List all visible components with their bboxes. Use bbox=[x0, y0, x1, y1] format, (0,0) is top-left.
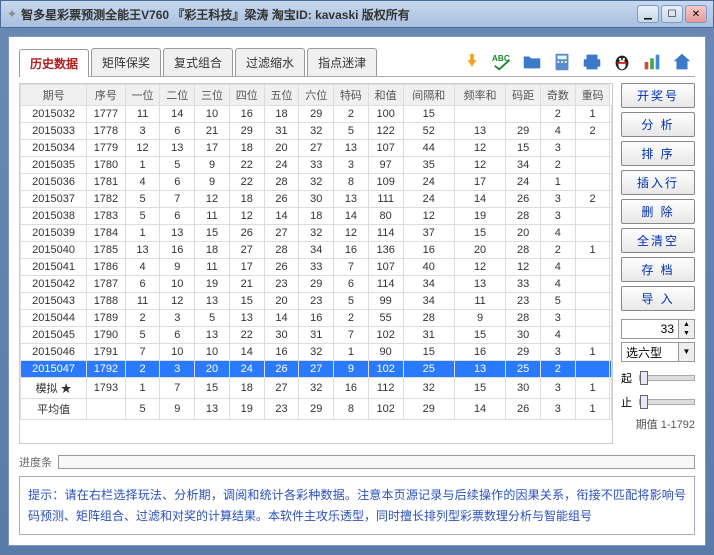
tab-bar: 历史数据 矩阵保奖 复式组合 过滤缩水 指点迷津 ABC bbox=[19, 47, 695, 77]
side-button-2[interactable]: 排 序 bbox=[621, 141, 695, 166]
titlebar: ✦ 智多星彩票预测全能王V760 『彩王科技』梁涛 淘宝ID: kavaski … bbox=[0, 0, 714, 28]
table-row[interactable]: 201504617917101014163219015162931 bbox=[21, 344, 612, 361]
tab-history[interactable]: 历史数据 bbox=[19, 49, 89, 77]
column-header[interactable]: 重码 bbox=[575, 85, 610, 106]
side-panel: 开奖号分 析排 序插入行删 除全清空存 档导 入 33 ▲▼ 选六型 ▼ 起 止 bbox=[621, 83, 695, 444]
period-range-label: 期值 1-1792 bbox=[621, 416, 695, 432]
start-slider[interactable] bbox=[639, 375, 695, 381]
column-header[interactable]: 和值 bbox=[368, 85, 403, 106]
tab-matrix[interactable]: 矩阵保奖 bbox=[91, 48, 161, 76]
side-button-3[interactable]: 插入行 bbox=[621, 170, 695, 195]
hint-box: 提示：请在右栏选择玩法、分析期，调阅和统计各彩种数据。注意本页源记录与后续操作的… bbox=[19, 476, 695, 535]
side-button-1[interactable]: 分 析 bbox=[621, 112, 695, 137]
window-title: 智多星彩票预测全能王V760 『彩王科技』梁涛 淘宝ID: kavaski 版权… bbox=[21, 6, 637, 23]
progress-label: 进度条 bbox=[19, 454, 52, 470]
slider-end-label: 止 bbox=[621, 394, 639, 410]
table-row[interactable]: 201503517801592224333973512342 bbox=[21, 157, 612, 174]
table-row[interactable]: 20150441789235131416255289283 bbox=[21, 310, 612, 327]
side-button-6[interactable]: 存 档 bbox=[621, 257, 695, 282]
table-row[interactable]: 20150451790561322303171023115304 bbox=[21, 327, 612, 344]
qq-penguin-icon[interactable] bbox=[609, 50, 635, 74]
column-header[interactable]: 码距 bbox=[506, 85, 541, 106]
spinner-up[interactable]: ▲ bbox=[679, 320, 694, 329]
tab-filter[interactable]: 过滤缩水 bbox=[235, 48, 305, 76]
table-row[interactable]: 201503317783621293132512252132942 bbox=[21, 123, 612, 140]
end-slider[interactable] bbox=[639, 399, 695, 405]
column-header[interactable]: 序号 bbox=[87, 85, 125, 106]
spinner-value: 33 bbox=[622, 320, 678, 338]
spinner-down[interactable]: ▼ bbox=[679, 329, 694, 338]
column-header[interactable]: 三位 bbox=[195, 85, 230, 106]
table-row[interactable]: 201504217876101921232961143413334 bbox=[21, 276, 612, 293]
side-button-5[interactable]: 全清空 bbox=[621, 228, 695, 253]
column-header[interactable]: 期号 bbox=[21, 85, 87, 106]
combo-value: 选六型 bbox=[626, 344, 662, 361]
column-header[interactable]: 奇数 bbox=[540, 85, 575, 106]
table-row[interactable]: 2015036178146922283281092417241 bbox=[21, 174, 612, 191]
number-spinner[interactable]: 33 ▲▼ bbox=[621, 319, 695, 339]
progress-bar bbox=[58, 455, 695, 469]
table-row[interactable]: 2015039178411315262732121143715204 bbox=[21, 225, 612, 242]
home-icon[interactable] bbox=[669, 50, 695, 74]
table-row[interactable]: 201504017851316182728341613616202821 bbox=[21, 242, 612, 259]
table-row[interactable]: 20150411786491117263371074012124 bbox=[21, 259, 612, 276]
download-icon[interactable] bbox=[459, 50, 485, 74]
column-header[interactable]: 二位 bbox=[160, 85, 195, 106]
calculator-icon[interactable] bbox=[549, 50, 575, 74]
print-icon[interactable] bbox=[579, 50, 605, 74]
chart-icon[interactable] bbox=[639, 50, 665, 74]
table-row[interactable]: 模拟 ★179317151827321611232153031 bbox=[21, 378, 612, 399]
minimize-button[interactable]: ▁ bbox=[637, 5, 659, 23]
column-header[interactable]: 四位 bbox=[229, 85, 264, 106]
table-row[interactable]: 2015037178257121826301311124142632 bbox=[21, 191, 612, 208]
folder-icon[interactable] bbox=[519, 50, 545, 74]
table-row[interactable]: 20150381783561112141814801219283 bbox=[21, 208, 612, 225]
column-header[interactable]: 一位 bbox=[125, 85, 160, 106]
chevron-down-icon: ▼ bbox=[678, 343, 694, 361]
tab-guide[interactable]: 指点迷津 bbox=[307, 48, 377, 76]
column-header[interactable]: 特码 bbox=[334, 85, 369, 106]
column-header[interactable]: 五位 bbox=[264, 85, 299, 106]
spellcheck-icon[interactable]: ABC bbox=[489, 50, 515, 74]
table-row[interactable]: 平均值 5913192329810229142631 bbox=[21, 399, 612, 420]
maximize-button[interactable]: ☐ bbox=[661, 5, 683, 23]
table-row[interactable]: 20150321777111410161829210015 21 bbox=[21, 106, 612, 123]
close-button[interactable]: ✕ bbox=[685, 5, 707, 23]
tab-combo[interactable]: 复式组合 bbox=[163, 48, 233, 76]
title-star-icon: ✦ bbox=[7, 7, 17, 21]
side-button-0[interactable]: 开奖号 bbox=[621, 83, 695, 108]
data-grid[interactable]: 期号序号一位二位三位四位五位六位特码和值间隔和频率和码距奇数重码20150321… bbox=[19, 83, 613, 444]
slider-start-label: 起 bbox=[621, 370, 639, 386]
column-header[interactable]: 间隔和 bbox=[403, 85, 454, 106]
column-header[interactable]: 六位 bbox=[299, 85, 334, 106]
table-row[interactable]: 201504317881112131520235993411235 bbox=[21, 293, 612, 310]
column-header[interactable]: 频率和 bbox=[454, 85, 505, 106]
table-row[interactable]: 20150471792232024262791022513252 bbox=[21, 361, 612, 378]
side-button-4[interactable]: 删 除 bbox=[621, 199, 695, 224]
table-row[interactable]: 20150341779121317182027131074412153 bbox=[21, 140, 612, 157]
side-button-7[interactable]: 导 入 bbox=[621, 286, 695, 311]
play-type-combo[interactable]: 选六型 ▼ bbox=[621, 342, 695, 362]
